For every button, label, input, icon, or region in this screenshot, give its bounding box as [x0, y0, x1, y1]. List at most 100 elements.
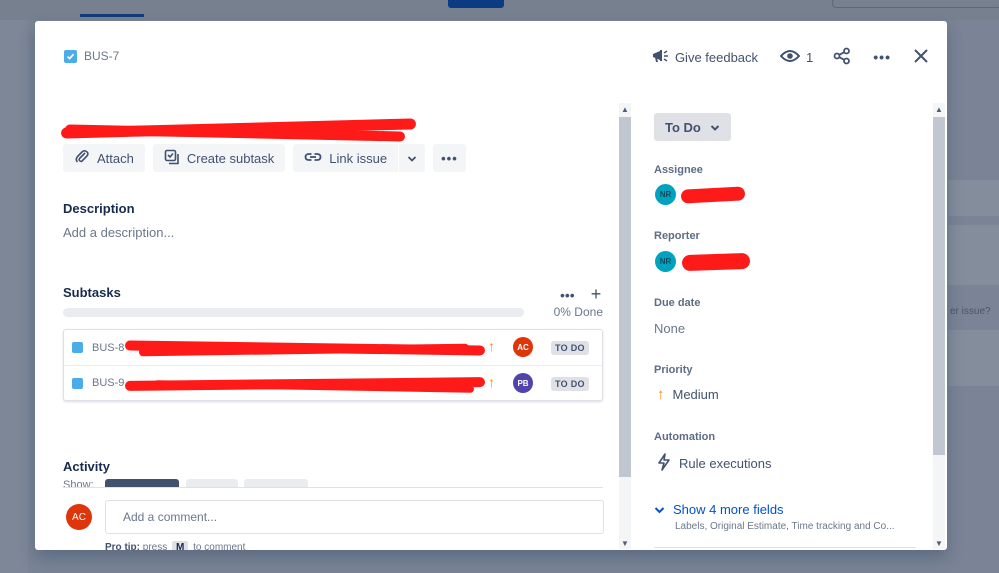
scroll-thumb[interactable] — [933, 117, 945, 455]
link-icon — [304, 150, 322, 167]
background-text: er issue? — [950, 306, 991, 317]
create-subtask-button[interactable]: Create subtask — [152, 144, 286, 172]
link-issue-button[interactable]: Link issue — [293, 144, 399, 172]
avatar[interactable]: AC — [513, 337, 533, 357]
avatar: AC — [66, 504, 92, 530]
scroll-thumb[interactable] — [619, 117, 631, 477]
due-date-field[interactable]: None — [654, 321, 685, 336]
subtask-progress-bar — [63, 308, 524, 317]
background-panel — [948, 180, 999, 216]
avatar: NR — [655, 184, 676, 205]
priority-medium-icon: ↑ — [488, 338, 495, 354]
status-badge[interactable]: TO DO — [551, 341, 589, 355]
priority-medium-icon: ↑ — [488, 374, 495, 390]
lightning-icon — [657, 453, 671, 474]
issue-details-sidebar: To Do Assignee NR Reporter NR Due date N… — [654, 101, 930, 550]
link-issue-dropdown[interactable] — [399, 144, 426, 172]
subtasks-heading: Subtasks — [63, 285, 121, 300]
share-icon — [833, 47, 851, 68]
comment-protip: Pro tip: press M to comment — [105, 541, 246, 550]
due-date-label: Due date — [654, 297, 701, 309]
sidebar-divider — [654, 547, 916, 548]
scroll-up-arrow[interactable]: ▲ — [619, 103, 631, 115]
issue-key[interactable]: BUS-7 — [84, 49, 119, 63]
close-button[interactable] — [913, 45, 929, 69]
hidden-fields-list: Labels, Original Estimate, Time tracking… — [675, 521, 895, 532]
scroll-up-arrow[interactable]: ▲ — [933, 103, 945, 115]
activity-tab[interactable] — [244, 479, 308, 487]
chevron-down-icon — [407, 151, 417, 166]
activity-tabs: Show: — [63, 479, 603, 487]
subtask-type-icon — [72, 377, 83, 389]
avatar[interactable]: PB — [513, 373, 533, 393]
give-feedback-button[interactable]: Give feedback — [651, 45, 758, 69]
watch-count: 1 — [806, 49, 814, 65]
task-type-icon — [64, 49, 77, 63]
description-field[interactable]: Add a description... — [63, 225, 174, 240]
rule-executions-link[interactable]: Rule executions — [657, 453, 772, 474]
eye-icon — [779, 49, 801, 66]
attach-button[interactable]: Attach — [63, 144, 145, 172]
issue-summary[interactable] — [60, 115, 423, 142]
issue-toolbar: Attach Create subtask Link issue ••• — [63, 144, 466, 172]
chevron-down-icon — [710, 120, 720, 135]
issue-modal: BUS-7 Give feedback 1 ••• Attach Create … — [35, 21, 947, 550]
activity-show-label: Show: — [63, 479, 94, 487]
sidebar-scrollbar[interactable]: ▲ ▼ — [933, 103, 945, 549]
assignee-field[interactable]: NR — [655, 184, 746, 205]
megaphone-icon — [651, 48, 669, 67]
share-button[interactable] — [833, 45, 851, 69]
protip-text-post: to comment — [193, 542, 246, 550]
status-label: To Do — [665, 119, 701, 135]
more-actions-button[interactable]: ••• — [873, 45, 891, 69]
paperclip-icon — [74, 149, 90, 168]
background-panel — [948, 225, 999, 285]
comment-input[interactable]: Add a comment... — [105, 500, 604, 534]
background-button — [448, 0, 504, 8]
subtask-row[interactable]: BUS-8 ↑ AC TO DO — [64, 330, 602, 365]
activity-divider — [63, 487, 603, 488]
background-search — [832, 0, 999, 8]
close-icon — [913, 48, 929, 67]
background-panel — [948, 330, 999, 386]
watch-button[interactable]: 1 — [779, 45, 814, 69]
subtask-more-button[interactable]: ••• — [560, 287, 575, 303]
give-feedback-label: Give feedback — [674, 49, 759, 65]
protip-text-pre: press — [142, 542, 168, 550]
scroll-down-arrow[interactable]: ▼ — [619, 537, 631, 549]
subtask-key[interactable]: BUS-8 — [92, 342, 129, 354]
priority-value: Medium — [672, 387, 719, 402]
priority-label: Priority — [654, 364, 693, 376]
add-subtask-button[interactable]: + — [591, 284, 602, 305]
rule-executions-label: Rule executions — [679, 456, 772, 471]
toolbar-more-button[interactable]: ••• — [433, 144, 466, 172]
create-subtask-label: Create subtask — [186, 150, 275, 166]
avatar: NR — [655, 251, 676, 272]
issue-key-breadcrumb[interactable]: BUS-7 — [64, 49, 119, 63]
header-actions: Give feedback 1 ••• — [651, 45, 929, 69]
priority-field[interactable]: ↑ Medium — [657, 386, 719, 403]
redaction-mark — [680, 185, 746, 204]
subtask-list: BUS-8 ↑ AC TO DO BUS-9 ↑ PB TO DO — [63, 329, 603, 401]
background-active-tab — [80, 14, 144, 17]
automation-label: Automation — [654, 431, 716, 443]
scroll-down-arrow[interactable]: ▼ — [933, 537, 945, 549]
subtask-icon — [164, 149, 180, 168]
subtask-progress-label: 0% Done — [553, 305, 603, 319]
redaction-mark — [681, 252, 751, 271]
chevron-down-icon — [654, 502, 665, 517]
main-scrollbar[interactable]: ▲ ▼ — [619, 103, 631, 549]
issue-main-column: Attach Create subtask Link issue ••• Des… — [35, 101, 635, 550]
status-dropdown[interactable]: To Do — [654, 113, 731, 141]
status-badge[interactable]: TO DO — [551, 377, 589, 391]
show-more-fields-button[interactable]: Show 4 more fields — [654, 502, 784, 517]
background-sidebar — [0, 20, 28, 573]
activity-tab[interactable] — [105, 479, 179, 487]
activity-tab[interactable] — [186, 479, 238, 487]
reporter-field[interactable]: NR — [655, 251, 751, 272]
subtask-key[interactable]: BUS-9 — [92, 377, 129, 389]
description-heading: Description — [63, 201, 135, 216]
subtask-row[interactable]: BUS-9 ↑ PB TO DO — [64, 365, 602, 400]
link-issue-group: Link issue — [293, 144, 426, 172]
keyboard-shortcut-key: M — [172, 541, 189, 550]
